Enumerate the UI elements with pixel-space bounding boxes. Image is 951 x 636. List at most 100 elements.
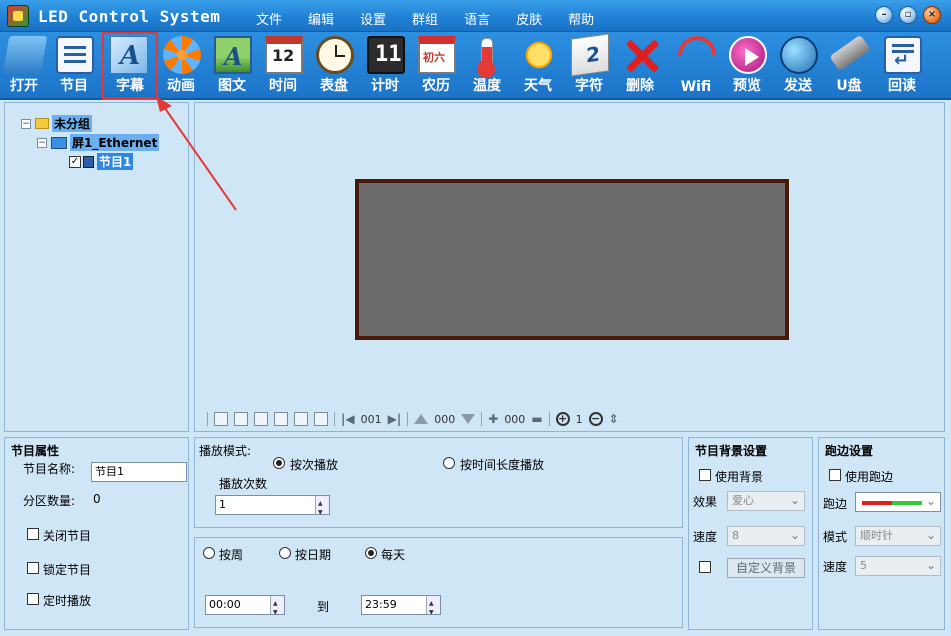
play-count-input[interactable]: 1 [215,495,330,521]
tree-screen-row[interactable]: − 屏1_Ethernet [37,134,160,151]
zones-value: 0 [93,492,101,506]
screen-icon [51,136,67,149]
effect-select[interactable]: 爱心 [727,491,805,511]
program-button[interactable]: 节目 [50,34,98,98]
start-time-input[interactable]: 00:00 [205,595,285,621]
border-speed-select[interactable]: 5 [855,556,941,576]
tree-screen-label: 屏1_Ethernet [70,134,160,151]
by-date-radio[interactable] [279,547,291,559]
lunar-button[interactable]: 农历 [412,34,460,98]
collapse-icon[interactable]: − [21,118,31,129]
lock-program-checkbox[interactable] [27,562,39,574]
menu-settings[interactable]: 设置 [360,9,386,28]
move-up-icon[interactable] [414,414,429,424]
play-by-duration-radio[interactable] [443,457,455,469]
use-bg-label: 使用背景 [715,470,764,484]
send-button[interactable]: 发送 [774,34,822,98]
menu-language[interactable]: 语言 [464,9,490,28]
menu-group[interactable]: 群组 [412,9,438,28]
image-text-button[interactable]: 图文 [208,34,256,98]
end-time-input[interactable]: 23:59 [361,595,441,621]
layout-1-button[interactable] [214,412,228,426]
program-tree-panel: − 未分组 − 屏1_Ethernet ✓ 节目1 [4,102,189,432]
usb-label: U盘 [836,78,862,94]
border-color-preview [862,501,922,505]
menu-skin[interactable]: 皮肤 [516,9,542,28]
delete-button[interactable]: 删除 [616,34,664,98]
minimize-button[interactable]: – [875,6,893,24]
play-mode-panel: 播放模式: 按次播放 按时间长度播放 播放次数 1 [194,437,683,528]
layout-5-button[interactable] [294,412,308,426]
animation-button[interactable]: 动画 [157,34,205,98]
background-settings-panel: 节目背景设置 使用背景 效果 爱心 速度 8 自定义背景 [688,437,813,630]
time-button[interactable]: 时间 [259,34,307,98]
fit-screen-icon[interactable]: ⇕ [609,412,619,426]
preview-panel: |◀ 001 ▶| 000 ✚ 000 ▬ + 1 − ⇕ [194,102,945,432]
use-border-checkbox[interactable] [829,469,841,481]
start-time-spinner[interactable] [270,596,284,621]
play-by-count-radio[interactable] [273,457,285,469]
layout-4-button[interactable] [274,412,288,426]
wifi-icon [670,28,724,82]
program-name-input[interactable]: 节目1 [91,462,187,482]
timed-play-label: 定时播放 [43,594,92,608]
move-down-icon[interactable] [461,414,476,424]
zoom-in-icon[interactable]: + [555,412,570,426]
border-speed-label: 速度 [823,560,848,574]
zoom-out-icon[interactable]: − [588,412,603,426]
send-globe-icon [780,36,818,74]
wifi-button[interactable]: Wifi [670,28,724,98]
menu-file[interactable]: 文件 [256,9,282,28]
usb-button[interactable]: U盘 [825,34,873,98]
by-week-radio[interactable] [203,547,215,559]
menu-help[interactable]: 帮助 [568,9,594,28]
program-node-icon [83,155,94,168]
use-bg-checkbox[interactable] [699,469,711,481]
readback-button[interactable]: 回读 [878,34,926,98]
timer-label: 计时 [371,78,399,94]
clock-dial-button[interactable]: 表盘 [310,34,358,98]
temperature-button[interactable]: 温度 [463,34,511,98]
layout-3-button[interactable] [254,412,268,426]
preview-button[interactable]: 预览 [723,34,771,98]
open-folder-icon [2,36,48,74]
skip-forward-icon[interactable]: ▶| [388,412,402,426]
skip-back-icon[interactable]: |◀ [341,412,355,426]
bg-speed-select[interactable]: 8 [727,526,805,546]
collapse-icon[interactable]: − [37,137,47,148]
lock-program-label: 锁定节目 [43,563,92,577]
zoom-level: 1 [575,412,583,426]
subtitle-button[interactable]: 字幕 [102,32,158,100]
layout-6-button[interactable] [314,412,328,426]
border-settings-title: 跑边设置 [825,444,874,458]
mode-select[interactable]: 顺时针 [855,526,941,546]
plus-icon[interactable]: ✚ [488,412,498,426]
led-screen-preview[interactable] [355,179,789,340]
character-button[interactable]: 字符 [565,33,613,98]
weather-button[interactable]: 天气 [514,34,562,98]
border-style-select[interactable] [855,492,941,512]
preview-toolbar: |◀ 001 ▶| 000 ✚ 000 ▬ + 1 − ⇕ [207,409,619,429]
character-icon [571,33,609,77]
menu-bar: 文件 编辑 设置 群组 语言 皮肤 帮助 [256,9,620,28]
preview-play-icon [729,36,767,74]
timed-play-checkbox[interactable] [27,593,39,605]
minus-icon[interactable]: ▬ [531,412,542,426]
layout-2-button[interactable] [234,412,248,426]
tree-program-row[interactable]: ✓ 节目1 [69,153,134,170]
tree-group-row[interactable]: − 未分组 [21,115,93,132]
count-spinner[interactable] [315,496,329,521]
custom-bg-checkbox[interactable] [699,561,711,573]
program-checkbox[interactable]: ✓ [69,155,81,168]
daily-radio[interactable] [365,547,377,559]
custom-bg-button[interactable]: 自定义背景 [727,558,805,578]
timer-button[interactable]: 计时 [361,34,409,98]
readback-label: 回读 [888,78,916,94]
open-button[interactable]: 打开 [0,34,48,98]
menu-edit[interactable]: 编辑 [308,9,334,28]
close-button[interactable]: × [923,6,941,24]
close-program-checkbox[interactable] [27,528,39,540]
end-time-spinner[interactable] [426,596,440,621]
restore-button[interactable]: ▫ [899,6,917,24]
by-week-label: 按周 [219,548,244,562]
